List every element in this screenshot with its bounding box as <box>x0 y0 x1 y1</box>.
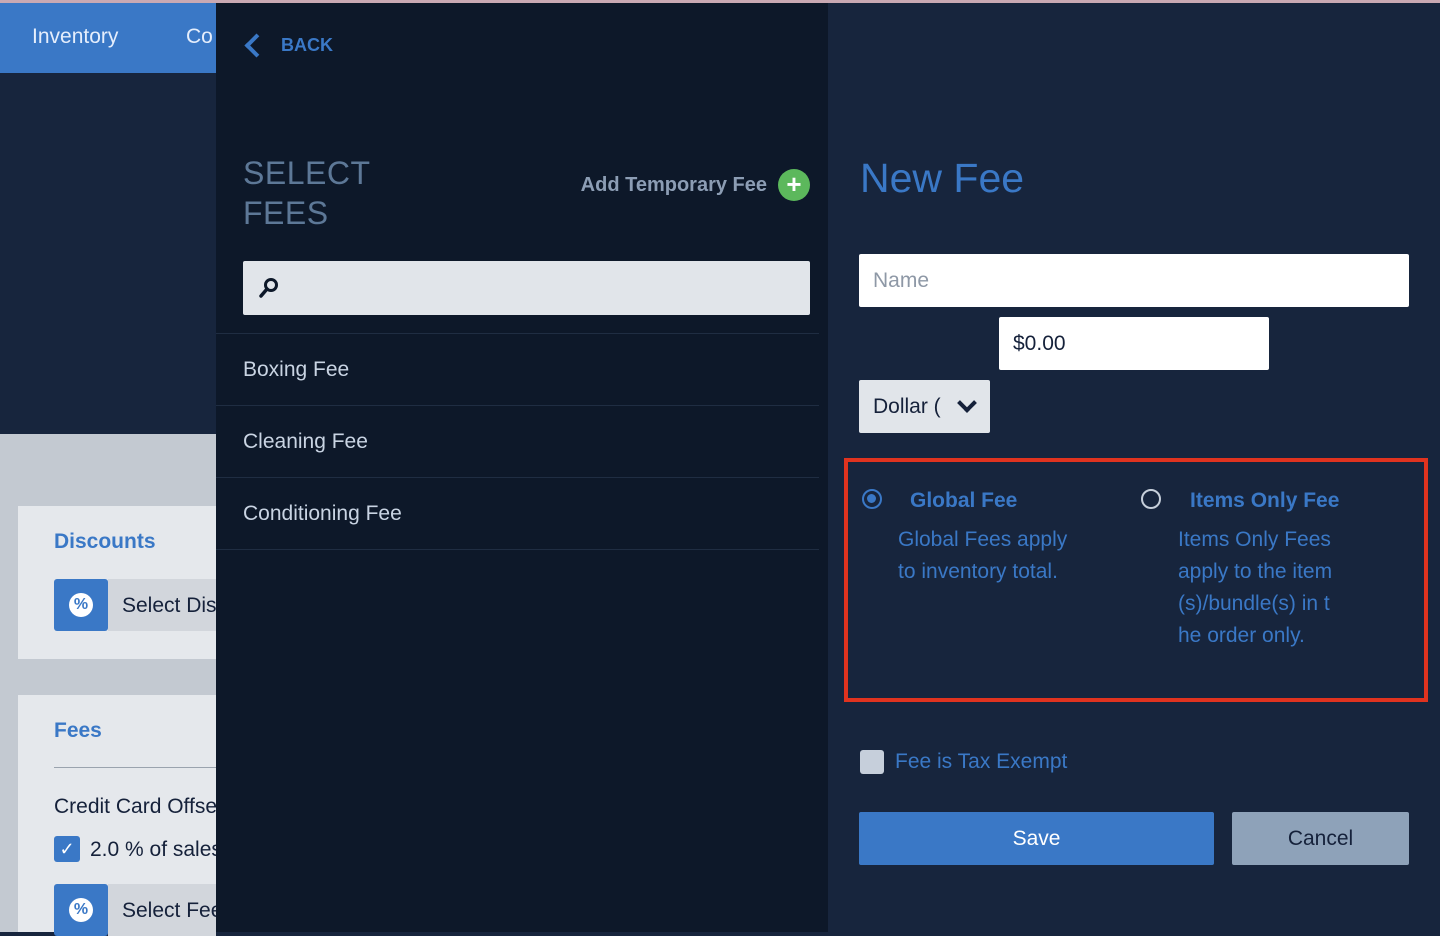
fee-search-box <box>243 261 810 317</box>
percent-badge-icon: % <box>69 898 93 922</box>
back-label: BACK <box>281 34 333 55</box>
tax-exempt-checkbox[interactable] <box>860 750 884 774</box>
items-only-fee-description: Items Only Fees apply to the item(s)/bun… <box>1178 528 1333 647</box>
fee-item-label: Conditioning Fee <box>243 502 402 525</box>
cancel-button[interactable]: Cancel <box>1232 812 1409 865</box>
list-item[interactable]: Boxing Fee <box>216 334 819 406</box>
tax-exempt-label: Fee is Tax Exempt <box>895 750 1068 773</box>
discounts-title: Discounts <box>54 530 156 553</box>
fees-divider <box>54 767 216 768</box>
fees-title: Fees <box>54 719 102 742</box>
nav-item-inventory[interactable]: Inventory <box>32 25 118 49</box>
list-item[interactable]: Cleaning Fee <box>216 406 819 478</box>
select-fees-drawer: BACK SELECT FEES Add Temporary Fee + Box… <box>216 3 828 932</box>
percent-badge-icon: % <box>69 593 93 617</box>
discounts-card: Discounts % Select Dis <box>18 506 217 659</box>
fee-item-name: Credit Card Offse <box>54 795 218 818</box>
add-temporary-fee-label: Add Temporary Fee <box>580 173 767 196</box>
chevron-down-icon <box>957 393 977 413</box>
checkmark-icon[interactable]: ✓ <box>54 836 80 862</box>
fee-item-label: Boxing Fee <box>243 358 350 381</box>
fee-item-detail: 2.0 % of sales <box>90 838 222 861</box>
background-content: Discounts % Select Dis Fees Credit Card … <box>0 434 222 936</box>
amount-value: $0.00 <box>1013 332 1066 355</box>
global-fee-radio[interactable] <box>862 489 882 509</box>
tax-exempt-checkbox-row[interactable]: Fee is Tax Exempt <box>860 750 1067 774</box>
fee-list: Boxing Fee Cleaning Fee Conditioning Fee <box>216 333 819 550</box>
top-nav: Inventory Co <box>0 3 216 73</box>
list-item[interactable]: Conditioning Fee <box>216 478 819 550</box>
fee-search-input[interactable] <box>293 261 797 317</box>
fee-button-icon[interactable]: % <box>54 884 108 936</box>
fee-type-value: Dollar ( <box>873 395 941 418</box>
global-fee-label: Global Fee <box>910 489 1018 512</box>
select-discount-label: Select Dis <box>122 594 217 617</box>
plus-circle-icon: + <box>778 169 810 201</box>
search-icon <box>259 278 278 298</box>
amount-field[interactable]: $0.00 <box>999 317 1269 370</box>
name-field[interactable] <box>859 254 1409 307</box>
discount-button-icon[interactable]: % <box>54 579 108 631</box>
items-only-fee-label: Items Only Fee <box>1190 489 1340 512</box>
items-only-fee-radio[interactable] <box>1141 489 1161 509</box>
save-button[interactable]: Save <box>859 812 1214 865</box>
name-field-wrapper <box>859 254 1409 307</box>
select-fee-label: Select Fee <box>122 899 223 922</box>
window-top-border <box>0 0 1440 3</box>
global-fee-description: Global Fees apply to inventory total. <box>898 528 1068 583</box>
fees-card: Fees Credit Card Offse ✓ 2.0 % of sales … <box>18 695 222 936</box>
fee-type-select[interactable]: Dollar ( <box>859 380 990 433</box>
nav-item-co[interactable]: Co <box>186 25 213 49</box>
chevron-left-icon <box>244 32 269 58</box>
fee-item-label: Cleaning Fee <box>243 430 368 453</box>
back-button[interactable]: BACK <box>242 32 333 58</box>
new-fee-form: New Fee $0.00 Dollar ( Global Fee Global… <box>828 3 1440 932</box>
add-temporary-fee-button[interactable]: Add Temporary Fee + <box>581 169 810 201</box>
select-fees-title: SELECT FEES <box>243 155 370 231</box>
page-title: New Fee <box>860 155 1025 201</box>
